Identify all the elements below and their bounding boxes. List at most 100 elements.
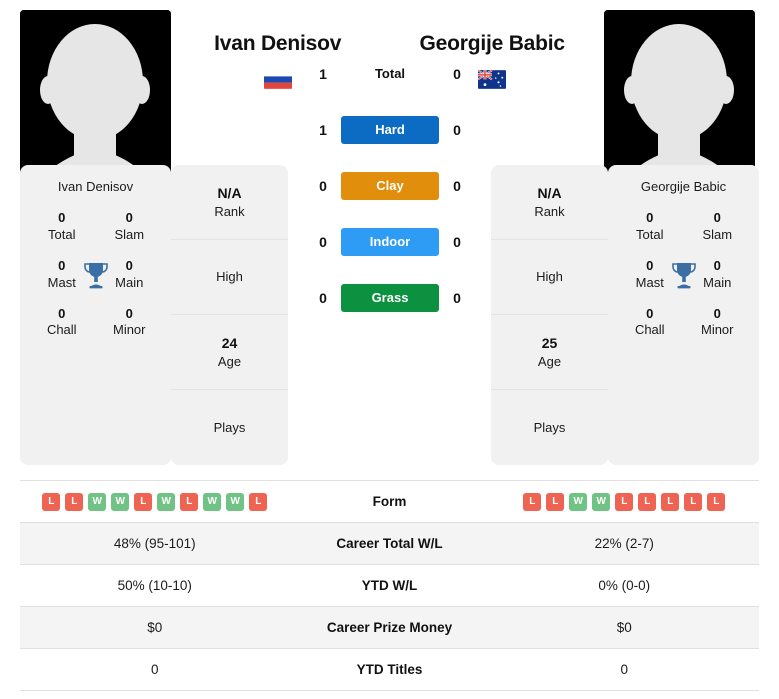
stat-label: YTD Titles: [356, 662, 423, 677]
form-badge-loss[interactable]: L: [684, 492, 703, 511]
form-badge-loss[interactable]: L: [42, 492, 61, 511]
form-badge-win[interactable]: W: [88, 492, 107, 511]
right-player-value: $0: [616, 620, 632, 635]
form-badge-loss[interactable]: L: [638, 492, 657, 511]
form-badge-loss[interactable]: L: [134, 492, 153, 511]
h2h-surface-label[interactable]: Hard: [341, 116, 439, 144]
stat-label: Career Total W/L: [336, 536, 443, 551]
title-label: Minor: [112, 322, 146, 338]
title-count: 0: [125, 305, 133, 321]
form-badge-loss[interactable]: L: [180, 492, 199, 511]
right-player-value: 0% (0-0): [598, 578, 651, 593]
right-form-badges: LLWWLLLLL: [490, 492, 760, 511]
form-badge-win[interactable]: W: [111, 492, 130, 511]
title-count: 0: [713, 305, 721, 321]
cards-row: Ivan Denisov 0 Total 0 Slam 0 Mast 0 Main 0 Chall…: [0, 165, 779, 465]
left-titles-grid: 0 Total 0 Slam 0 Mast 0 Main 0 Chall 0 Minor: [28, 210, 163, 339]
title-cell-minor: 0 Minor: [684, 306, 752, 340]
center-spacer: [288, 165, 491, 465]
info-label: Rank: [214, 203, 245, 219]
trophy-icon: [671, 261, 697, 289]
left-player-value: $0: [147, 620, 163, 635]
title-cell-minor: 0 Minor: [96, 306, 164, 340]
title-cell-slam: 0 Slam: [96, 210, 164, 244]
info-label: Rank: [534, 203, 565, 219]
info-label: Age: [217, 353, 242, 369]
stat-label: YTD W/L: [361, 578, 418, 593]
form-badge-loss[interactable]: L: [615, 492, 634, 511]
info-value: N/A: [537, 184, 562, 201]
left-player-value: LLWWLWLWWL: [20, 492, 290, 511]
left-form-badges: LLWWLWLWWL: [20, 492, 290, 511]
form-badge-win[interactable]: W: [592, 492, 611, 511]
info-row-plays: Plays: [491, 390, 608, 465]
title-count: 0: [58, 305, 66, 321]
info-label: High: [536, 269, 563, 285]
title-cell-slam: 0 Slam: [684, 210, 752, 244]
title-count: 0: [646, 305, 654, 321]
comparison-stats-table: L L W W L W L W W L Form L L W W L L L L L 48% (95-101) Caree…: [20, 480, 759, 691]
h2h-right-count: 0: [453, 66, 461, 82]
title-label: Chall: [634, 322, 665, 338]
title-cell-chall: 0 Chall: [28, 306, 96, 340]
info-row-age: 25 Age: [491, 315, 608, 390]
russia-flag-icon: [263, 69, 292, 89]
left-player-name: Ivan Denisov: [214, 32, 342, 55]
left-player-value: 50% (10-10): [117, 578, 192, 593]
right-player-value: 0: [620, 662, 628, 677]
left-player-value: 48% (95-101): [113, 536, 196, 551]
title-cell-chall: 0 Chall: [616, 306, 684, 340]
title-label: Chall: [46, 322, 77, 338]
title-count: 0: [58, 210, 66, 225]
form-badge-win[interactable]: W: [157, 492, 176, 511]
table-row: $0 Career Prize Money $0: [20, 607, 759, 649]
right-player-value: 22% (2-7): [594, 536, 654, 551]
form-badge-loss[interactable]: L: [661, 492, 680, 511]
right-titles-grid: 0 Total 0 Slam 0 Mast 0 Main 0 Chall 0 Minor: [616, 210, 751, 339]
stat-label: Career Prize Money: [326, 620, 453, 635]
title-label: Minor: [700, 322, 734, 338]
title-cell-total: 0 Total: [616, 210, 684, 244]
title-count: 0: [646, 210, 654, 225]
info-row-rank: N/A Rank: [491, 165, 608, 240]
h2h-right-count: 0: [453, 122, 461, 138]
form-badge-loss[interactable]: L: [523, 492, 542, 511]
form-badge-loss[interactable]: L: [65, 492, 84, 511]
info-value: 24: [221, 334, 238, 351]
info-label: Age: [537, 353, 562, 369]
info-row-age: 24 Age: [171, 315, 288, 390]
form-badge-win[interactable]: W: [569, 492, 588, 511]
form-badge-loss[interactable]: L: [249, 492, 268, 511]
stat-label: Form: [372, 494, 407, 509]
info-row-high: High: [491, 240, 608, 315]
left-titles-player-name: Ivan Denisov: [57, 179, 134, 194]
h2h-row-total: 1 Total 0: [305, 60, 475, 88]
title-label: Total: [636, 226, 664, 242]
australia-flag-icon: [478, 69, 507, 89]
h2h-surface-label: Total: [374, 66, 406, 81]
h2h-left-count: 1: [319, 66, 327, 82]
player-comparison-page: Ivan Denisov Georgije Babic 1 Total 0 1 …: [0, 0, 779, 699]
right-titles-player-name: Georgije Babic: [640, 179, 727, 194]
info-row-plays: Plays: [171, 390, 288, 465]
form-badge-win[interactable]: W: [226, 492, 245, 511]
title-cell-total: 0 Total: [28, 210, 96, 244]
table-row: 0 YTD Titles 0: [20, 649, 759, 691]
form-badge-loss[interactable]: L: [707, 492, 726, 511]
table-row: 50% (10-10) YTD W/L 0% (0-0): [20, 565, 759, 607]
info-row-rank: N/A Rank: [171, 165, 288, 240]
info-label: Plays: [213, 419, 246, 435]
h2h-left-count: 1: [319, 122, 327, 138]
title-label: Total: [48, 226, 76, 242]
right-titles-card: Georgije Babic 0 Total 0 Slam 0 Mast 0 Main 0 Cha…: [608, 165, 759, 465]
right-info-card: N/A Rank High 25 Age Plays: [491, 165, 608, 465]
h2h-row-hard: 1 Hard 0: [305, 116, 475, 144]
left-titles-card: Ivan Denisov 0 Total 0 Slam 0 Mast 0 Main 0 Chall…: [20, 165, 171, 465]
form-badge-win[interactable]: W: [203, 492, 222, 511]
table-row: L L W W L W L W W L Form L L W W L L L L L: [20, 481, 759, 523]
right-player-name: Georgije Babic: [419, 32, 565, 55]
left-player-value: 0: [150, 662, 159, 677]
title-label: Slam: [114, 226, 145, 242]
form-badge-loss[interactable]: L: [546, 492, 565, 511]
info-value: N/A: [217, 184, 242, 201]
